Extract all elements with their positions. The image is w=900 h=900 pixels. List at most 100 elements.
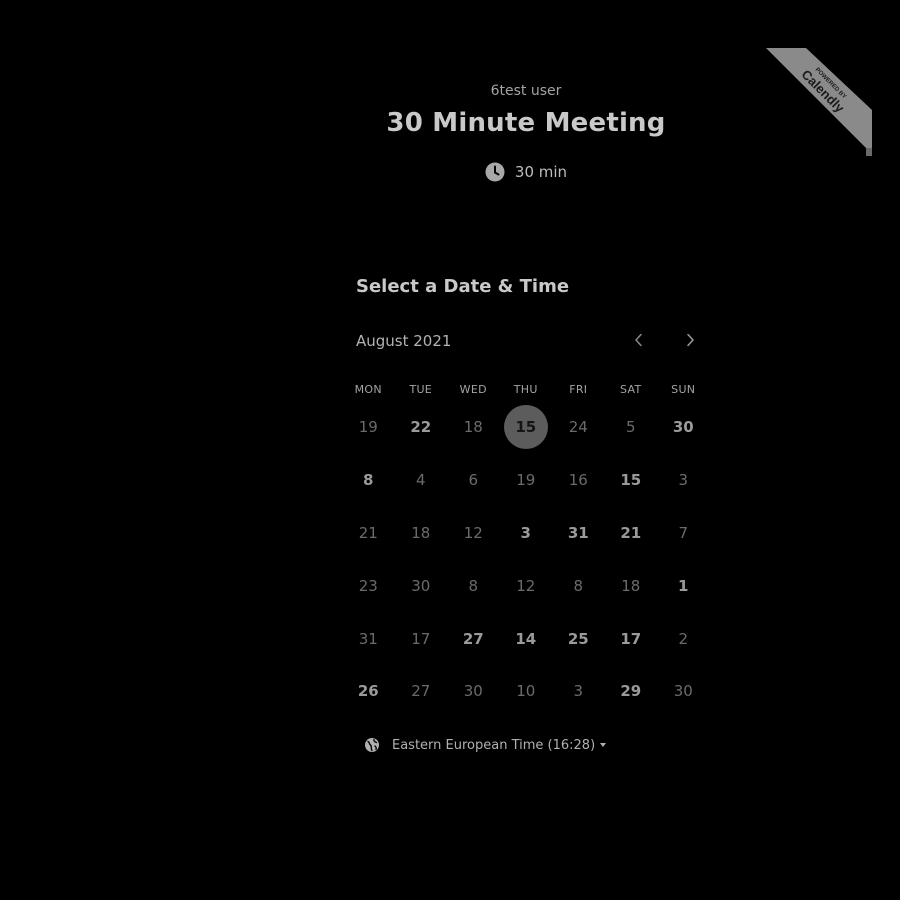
calendar-day: 18: [395, 507, 448, 560]
calendar-day-label: 30: [411, 576, 431, 595]
calendar-day-label: 15: [503, 405, 548, 450]
timezone-selector[interactable]: Eastern European Time (16:28): [364, 737, 607, 753]
calendar-day-available[interactable]: 31: [552, 507, 605, 560]
calendar-day-available[interactable]: 30: [657, 401, 710, 454]
calendar-day-label: 27: [462, 629, 484, 648]
calendar-day-label: 12: [516, 576, 536, 595]
calendar-day-available[interactable]: 14: [500, 612, 553, 665]
calendar-day: 3: [657, 454, 710, 507]
calendar-day-label: 3: [520, 523, 531, 542]
chevron-right-icon: [685, 332, 695, 351]
calendar-day: 3: [552, 665, 605, 718]
calendar-day: 12: [447, 507, 500, 560]
calendar-day-label: 21: [620, 523, 642, 542]
calendar-day-available[interactable]: 22: [395, 401, 448, 454]
weekday-header: MON TUE WED THU FRI SAT SUN: [342, 383, 710, 396]
calendar-day-label: 18: [411, 523, 431, 542]
calendar-day-label: 25: [567, 629, 589, 648]
calendar-day: 17: [395, 612, 448, 665]
calendar-day: 4: [395, 454, 448, 507]
calendar-day-label: 18: [463, 418, 483, 437]
calendar-day-label: 19: [358, 418, 378, 437]
calendar-day-label: 1: [678, 576, 689, 595]
calendar-day-label: 30: [673, 682, 693, 701]
calendar-day-label: 6: [468, 471, 479, 490]
calendar-day-available[interactable]: 27: [447, 612, 500, 665]
calendar-day: 30: [395, 559, 448, 612]
calendar-day-label: 23: [358, 576, 378, 595]
calendar-day-label: 21: [358, 523, 378, 542]
calendar-day: 18: [605, 559, 658, 612]
calendar-day-available[interactable]: 21: [605, 507, 658, 560]
calendar-grid: 19 22 18 15 24 5 30 8 4 6 19 16 15 3 21 18 12 3 31 21 7 23 30 8…: [342, 401, 710, 718]
calendar-day-available[interactable]: 17: [605, 612, 658, 665]
calendar-day-label: 17: [620, 629, 642, 648]
calendar-day-available[interactable]: 1: [657, 559, 710, 612]
caret-down-icon: [600, 743, 607, 747]
calendar-day: 16: [552, 454, 605, 507]
calendar-day-label: 31: [358, 629, 378, 648]
calendar-day: 12: [500, 559, 553, 612]
calendar-day-label: 17: [411, 629, 431, 648]
calendar-day-label: 8: [468, 576, 479, 595]
calendar-day-label: 3: [573, 682, 584, 701]
calendar-day-label: 8: [573, 576, 584, 595]
weekday-wed: WED: [459, 383, 487, 396]
calendar-day-label: 18: [621, 576, 641, 595]
calendar-day-label: 30: [463, 682, 483, 701]
calendar-day: 6: [447, 454, 500, 507]
calendar-day-available[interactable]: 15: [605, 454, 658, 507]
weekday-fri: FRI: [569, 383, 588, 396]
weekday-thu: THU: [513, 383, 538, 396]
calendar-day-available[interactable]: 8: [342, 454, 395, 507]
event-duration: 30 min: [376, 162, 676, 182]
duration-label: 30 min: [514, 163, 568, 181]
calendar-day-available[interactable]: 25: [552, 612, 605, 665]
next-month-button[interactable]: [679, 330, 701, 352]
calendar-day: 31: [342, 612, 395, 665]
calendar-day-label: 5: [625, 418, 636, 437]
calendar-day-label: 12: [463, 523, 483, 542]
calendar-day-label: 24: [568, 418, 588, 437]
weekday-mon: MON: [354, 383, 382, 396]
calendar-day-label: 22: [410, 418, 432, 437]
calendar-day-label: 4: [415, 471, 426, 490]
calendar-day-label: 3: [678, 471, 689, 490]
calendar-day-selected[interactable]: 15: [500, 401, 553, 454]
calendar-day: 10: [500, 665, 553, 718]
calendar-day: 30: [657, 665, 710, 718]
calendar-day-label: 16: [568, 471, 588, 490]
globe-icon: [364, 737, 380, 753]
calendar-day: 23: [342, 559, 395, 612]
month-label: August 2021: [356, 332, 452, 350]
calendar-day: 2: [657, 612, 710, 665]
powered-by-calendly-ribbon[interactable]: POWERED BY Calendly: [766, 48, 872, 156]
calendar-day-label: 29: [620, 682, 642, 701]
calendar-day: 7: [657, 507, 710, 560]
calendar-day-label: 2: [678, 629, 689, 648]
calendar-day-label: 19: [516, 471, 536, 490]
calendar-day-label: 31: [567, 523, 589, 542]
calendar-day: 8: [447, 559, 500, 612]
calendar-day-label: 26: [357, 682, 379, 701]
calendar-day-label: 8: [363, 471, 374, 490]
weekday-tue: TUE: [409, 383, 433, 396]
previous-month-button[interactable]: [628, 330, 650, 352]
booking-page: 6test user 30 Minute Meeting 30 min POWE…: [0, 0, 900, 900]
weekday-sat: SAT: [620, 383, 642, 396]
calendar-day-available[interactable]: 29: [605, 665, 658, 718]
calendar-day: 5: [605, 401, 658, 454]
calendar-day: 19: [500, 454, 553, 507]
calendar-day: 24: [552, 401, 605, 454]
weekday-sun: SUN: [671, 383, 696, 396]
calendar-day-available[interactable]: 26: [342, 665, 395, 718]
calendar-day: 8: [552, 559, 605, 612]
event-title: 30 Minute Meeting: [386, 108, 666, 138]
calendar-day-label: 14: [515, 629, 537, 648]
calendar-day: 18: [447, 401, 500, 454]
calendar-day: 27: [395, 665, 448, 718]
chevron-left-icon: [634, 332, 644, 351]
timezone-label: Eastern European Time (16:28): [392, 737, 596, 753]
calendar-day-available[interactable]: 3: [500, 507, 553, 560]
select-date-time-heading: Select a Date & Time: [356, 276, 570, 297]
